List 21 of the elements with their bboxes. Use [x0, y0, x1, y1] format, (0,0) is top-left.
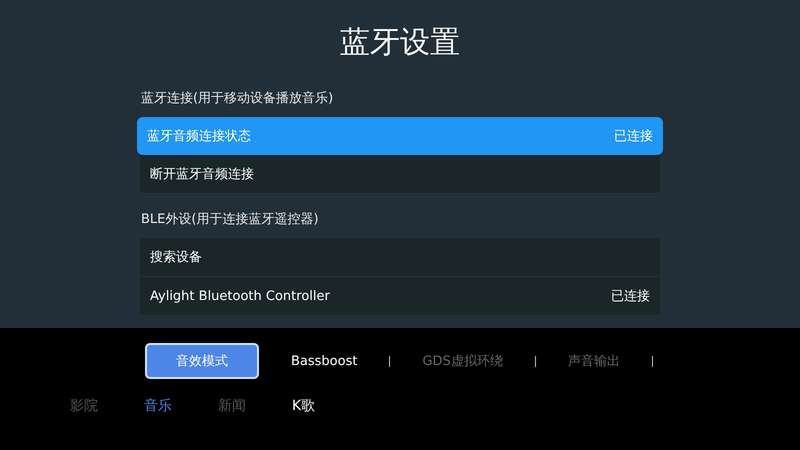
- section-label: 蓝牙连接(用于移动设备播放音乐): [140, 90, 334, 108]
- page-title: 蓝牙设置: [340, 24, 460, 62]
- settings-row[interactable]: Aylight Bluetooth Controller 已连接: [140, 277, 660, 316]
- settings-row[interactable]: 蓝牙音频连接状态 已连接: [137, 117, 663, 155]
- sound-mode-tab[interactable]: 声音输出: [536, 343, 620, 379]
- preset-tab[interactable]: K歌: [292, 397, 366, 415]
- row-value: 已连接: [611, 288, 650, 305]
- settings-row[interactable]: 搜索设备: [140, 238, 660, 277]
- row-label: Aylight Bluetooth Controller: [150, 288, 330, 304]
- row-label: 断开蓝牙音频连接: [150, 166, 254, 183]
- sound-mode-tab[interactable]: Bassboost: [259, 343, 358, 379]
- section-label: BLE外设(用于连接蓝牙遥控器): [140, 211, 320, 229]
- row-value: 已连接: [614, 128, 653, 145]
- settings-row[interactable]: 断开蓝牙音频连接: [140, 155, 660, 194]
- sound-mode-tab[interactable]: 音效模式: [145, 343, 259, 379]
- row-label: 蓝牙音频连接状态: [147, 128, 251, 145]
- row-label: 搜索设备: [150, 249, 202, 266]
- preset-tab[interactable]: 音乐: [144, 397, 218, 415]
- sound-mode-tab[interactable]: GDS虚拟环绕: [390, 343, 503, 379]
- preset-tab[interactable]: 影院: [70, 397, 144, 415]
- preset-tab[interactable]: 新闻: [218, 397, 292, 415]
